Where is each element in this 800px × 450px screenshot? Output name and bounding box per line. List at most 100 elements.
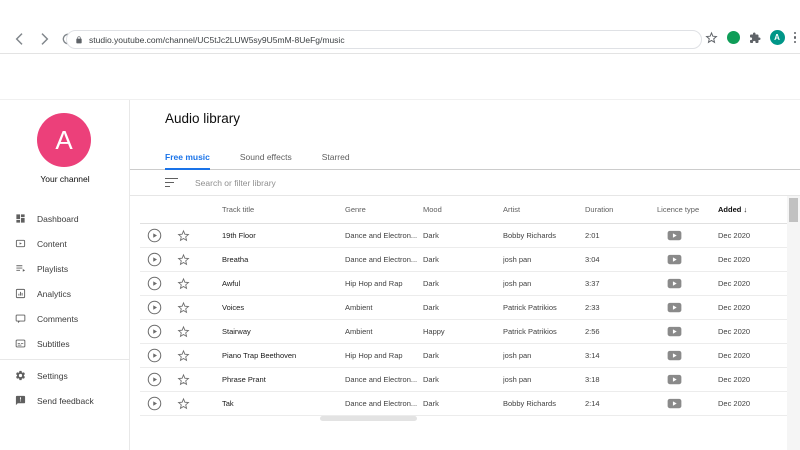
sidebar-item-subtitles[interactable]: Subtitles [0, 331, 129, 356]
browser-window: studio.youtube.com/channel/UC5tJc2LUW5sy… [0, 0, 800, 450]
column-licence-type[interactable]: Licence type [657, 205, 718, 214]
column-duration[interactable]: Duration [585, 205, 657, 214]
filter-placeholder: Search or filter library [195, 177, 276, 188]
play-button[interactable] [140, 276, 168, 291]
star-button[interactable] [168, 253, 198, 266]
track-mood: Dark [423, 255, 439, 264]
track-genre: Dance and Electron... [345, 399, 418, 408]
track-duration: 3:18 [585, 375, 600, 384]
track-title: 19th Floor [222, 231, 256, 240]
back-icon[interactable] [12, 31, 28, 47]
sidebar-item-send-feedback[interactable]: Send feedback [0, 388, 129, 413]
track-genre: Hip Hop and Rap [345, 351, 403, 360]
bookmark-star-icon[interactable] [704, 31, 718, 44]
studio-header: Studio Search across your channel ? CREA… [0, 54, 800, 144]
tab-sound-effects[interactable]: Sound effects [240, 145, 292, 170]
track-artist: Bobby Richards [503, 231, 556, 240]
audio-library-page: Audio library Free music Sound effects S… [130, 100, 800, 450]
track-genre: Dance and Electron... [345, 255, 418, 264]
gear-icon [16, 370, 25, 381]
play-button[interactable] [140, 372, 168, 387]
sidebar-item-playlists[interactable]: Playlists [0, 256, 129, 281]
track-mood: Happy [423, 327, 445, 336]
track-added: Dec 2020 [718, 351, 751, 360]
play-button[interactable] [140, 300, 168, 315]
licence-youtube-icon [657, 398, 718, 409]
sidebar-item-analytics[interactable]: Analytics [0, 281, 129, 306]
star-button[interactable] [168, 397, 198, 410]
sidebar-item-label: Subtitles [37, 338, 70, 349]
track-title: Awful [222, 279, 241, 288]
sidebar-item-comments[interactable]: Comments [0, 306, 129, 331]
page-title: Audio library [165, 111, 241, 126]
star-button[interactable] [168, 349, 198, 362]
sidebar-item-dashboard[interactable]: Dashboard [0, 206, 129, 231]
track-mood: Dark [423, 231, 439, 240]
table-row: 19th Floor Dance and Electron... Dark Bo… [140, 224, 788, 248]
star-button[interactable] [168, 277, 198, 290]
sidebar-item-label: Send feedback [37, 395, 94, 406]
track-added: Dec 2020 [718, 399, 751, 408]
browser-menu-icon[interactable] [793, 31, 796, 44]
table-row: Tak Dance and Electron... Dark Bobby Ric… [140, 392, 788, 416]
track-duration: 3:14 [585, 351, 600, 360]
sidebar-item-label: Dashboard [37, 213, 79, 224]
sidebar-item-content[interactable]: Content [0, 231, 129, 256]
track-added: Dec 2020 [718, 279, 751, 288]
column-artist[interactable]: Artist [503, 205, 585, 214]
subtitles-icon [15, 339, 26, 348]
horizontal-scrollbar-thumb[interactable] [320, 416, 417, 421]
playlists-icon [16, 265, 26, 272]
track-title: Voices [222, 303, 245, 312]
sidebar-item-label: Content [37, 238, 67, 249]
play-button[interactable] [140, 324, 168, 339]
address-bar[interactable]: studio.youtube.com/channel/UC5tJc2LUW5sy… [66, 30, 702, 49]
vertical-scrollbar-thumb[interactable] [789, 198, 798, 222]
track-title: Phrase Prant [222, 375, 266, 384]
browser-profile-avatar[interactable]: A [769, 30, 785, 45]
tab-free-music[interactable]: Free music [165, 145, 210, 170]
channel-avatar[interactable]: A [37, 113, 91, 167]
forward-icon[interactable] [36, 31, 52, 47]
browser-chrome: studio.youtube.com/channel/UC5tJc2LUW5sy… [0, 0, 800, 54]
play-button[interactable] [140, 252, 168, 267]
lock-icon [76, 35, 82, 43]
track-list: 19th Floor Dance and Electron... Dark Bo… [130, 224, 788, 416]
track-duration: 2:33 [585, 303, 600, 312]
tab-bar: Free music Sound effects Starred [130, 145, 800, 170]
track-genre: Ambient [345, 303, 373, 312]
licence-youtube-icon [657, 302, 718, 313]
star-button[interactable] [168, 325, 198, 338]
play-button[interactable] [140, 228, 168, 243]
track-genre: Ambient [345, 327, 373, 336]
play-button[interactable] [140, 348, 168, 363]
star-button[interactable] [168, 301, 198, 314]
column-genre[interactable]: Genre [345, 205, 423, 214]
sidebar: A Your channel Dashboard Content Playlis… [0, 100, 130, 450]
column-mood[interactable]: Mood [423, 205, 503, 214]
extension-badge-icon[interactable] [726, 31, 740, 44]
star-button[interactable] [168, 229, 198, 242]
star-button[interactable] [168, 373, 198, 386]
licence-youtube-icon [657, 374, 718, 385]
tab-starred[interactable]: Starred [322, 145, 350, 170]
track-artist: Bobby Richards [503, 399, 556, 408]
play-button[interactable] [140, 396, 168, 411]
filter-search-input[interactable]: Search or filter library [130, 170, 800, 196]
content-icon [15, 239, 26, 248]
filter-icon [165, 177, 178, 188]
table-row: Awful Hip Hop and Rap Dark josh pan 3:37… [140, 272, 788, 296]
column-track-title[interactable]: Track title [222, 205, 345, 214]
track-duration: 3:37 [585, 279, 600, 288]
extensions-puzzle-icon[interactable] [749, 32, 761, 44]
table-header: Track title Genre Mood Artist Duration L… [140, 196, 788, 224]
table-row: Voices Ambient Dark Patrick Patrikios 2:… [140, 296, 788, 320]
sidebar-item-settings[interactable]: Settings [0, 363, 129, 388]
track-duration: 2:01 [585, 231, 600, 240]
licence-youtube-icon [657, 350, 718, 361]
table-row: Stairway Ambient Happy Patrick Patrikios… [140, 320, 788, 344]
feedback-icon [15, 395, 26, 406]
track-artist: josh pan [503, 255, 532, 264]
column-added-sorted[interactable]: Added ↓ [718, 205, 788, 214]
vertical-scrollbar[interactable] [787, 196, 800, 450]
